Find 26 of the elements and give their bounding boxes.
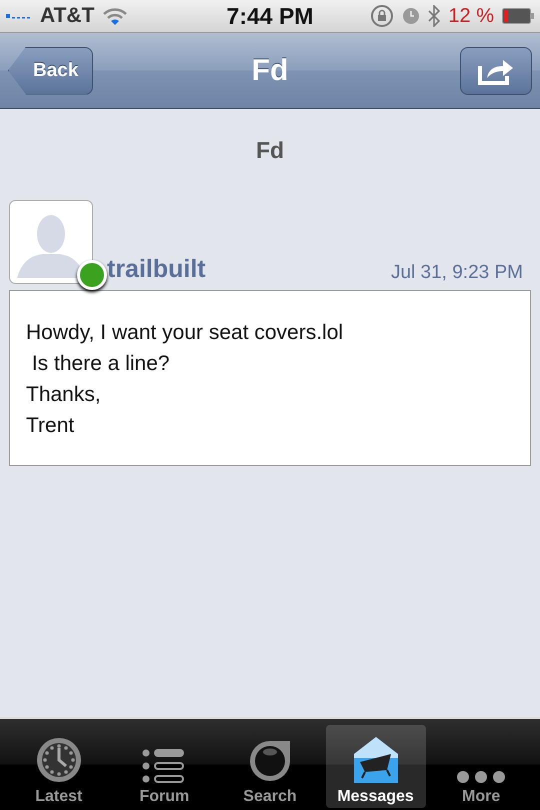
envelope-icon (352, 736, 399, 784)
author-name[interactable]: trailbuilt (107, 255, 206, 284)
bluetooth-icon (428, 5, 440, 27)
clock-time: 7:44 PM (226, 2, 314, 30)
alarm-icon (402, 7, 420, 25)
tab[interactable]: More (431, 725, 532, 808)
tab[interactable]: Search (220, 725, 320, 808)
more-icon (456, 770, 506, 784)
battery-icon (502, 8, 534, 24)
thread-title: Fd (256, 137, 284, 164)
message-body: Howdy, I want your seat covers.lol Is there a line? Thanks, Trent (9, 290, 531, 466)
tab[interactable]: Messages (326, 725, 426, 808)
post-date: Jul 31, 9:23 PM (390, 262, 523, 284)
clock-icon (34, 736, 83, 784)
list-icon (142, 748, 186, 784)
nav-title: Fd (252, 54, 288, 88)
tab[interactable]: Forum (114, 725, 214, 808)
signal-icon (6, 13, 32, 19)
share-button[interactable] (460, 46, 532, 94)
carrier-name: AT&T (40, 4, 94, 28)
rotation-lock-icon (370, 4, 394, 28)
avatar-icon (9, 200, 93, 284)
wifi-icon (102, 6, 128, 26)
battery-percent: 12 % (448, 4, 494, 28)
tab[interactable]: Latest (8, 725, 109, 808)
back-button[interactable]: Back (8, 46, 94, 94)
